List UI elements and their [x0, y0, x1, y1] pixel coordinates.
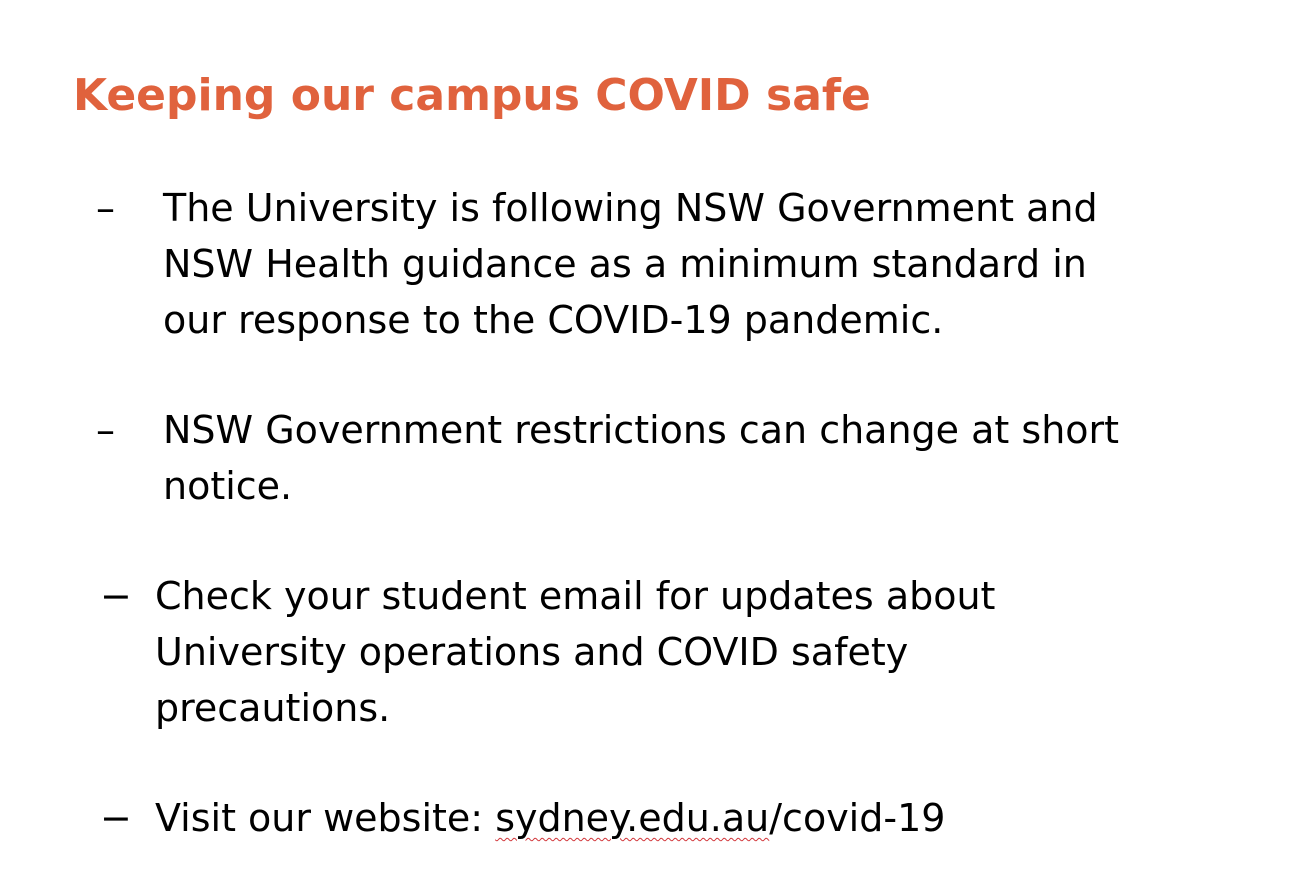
slide: Keeping our campus COVID safe – The Univ…	[0, 0, 1310, 892]
website-suffix: /covid-19	[769, 796, 946, 840]
bullet-text: Visit our website: sydney.edu.au/covid-1…	[155, 790, 945, 846]
bullet-line: our response to the COVID-19 pandemic.	[163, 298, 944, 342]
bullet-text: The University is following NSW Governme…	[163, 180, 1098, 348]
bullet-line: University operations and COVID safety	[155, 630, 909, 674]
bullet-dash: −	[100, 574, 132, 618]
bullet-line: precautions.	[155, 686, 391, 730]
bullet-line: The University is following NSW Governme…	[163, 186, 1098, 230]
bullet-text: NSW Government restrictions can change a…	[163, 402, 1119, 514]
bullet-line: notice.	[163, 464, 293, 508]
website-prefix: Visit our website:	[155, 796, 496, 840]
bullet-dash: −	[100, 796, 132, 840]
bullet-text: Check your student email for updates abo…	[155, 568, 995, 736]
bullet-dash: –	[96, 186, 115, 230]
slide-title: Keeping our campus COVID safe	[73, 70, 871, 121]
bullet-line: NSW Health guidance as a minimum standar…	[163, 242, 1087, 286]
bullet-line: Check your student email for updates abo…	[155, 574, 996, 618]
website-link[interactable]: sydney.edu.au	[495, 796, 769, 840]
bullet-dash: –	[96, 408, 115, 452]
bullet-line: NSW Government restrictions can change a…	[163, 408, 1120, 452]
